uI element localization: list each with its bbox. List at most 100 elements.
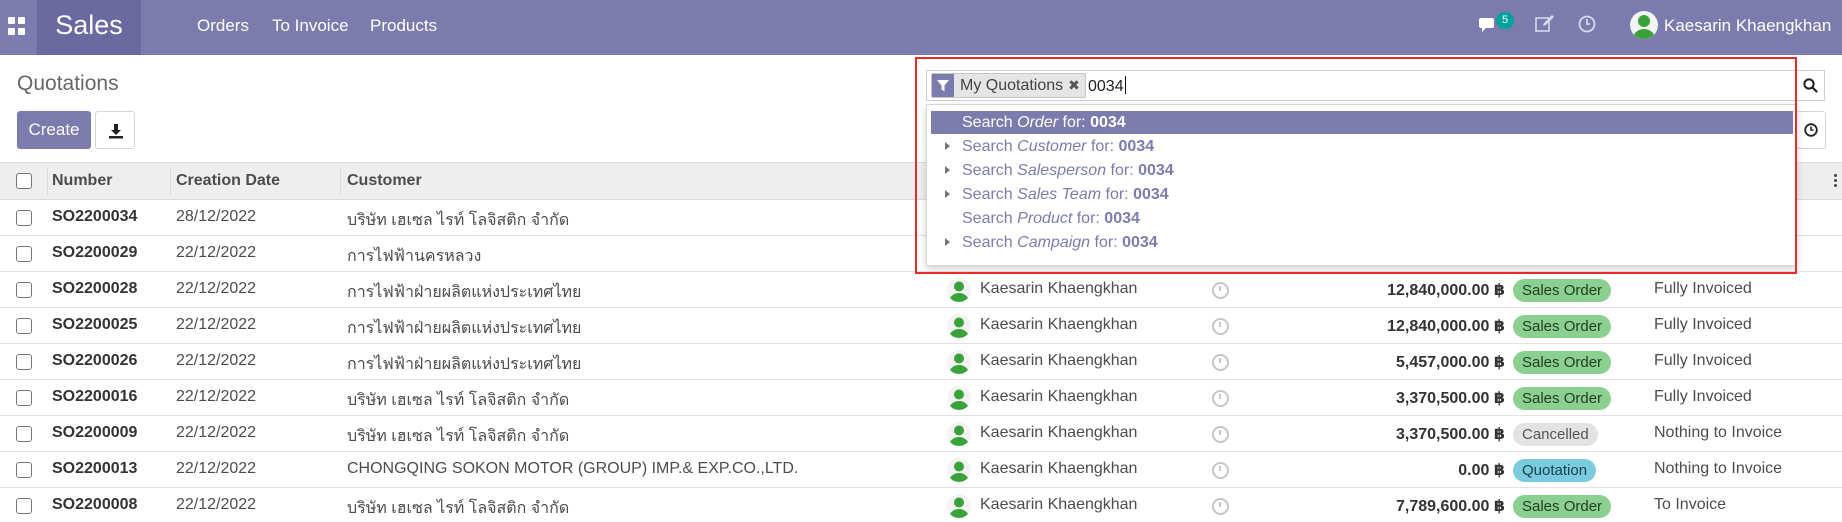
user-avatar-icon <box>947 314 971 338</box>
creation-date: 22/12/2022 <box>176 316 257 333</box>
row-checkbox[interactable] <box>16 282 32 298</box>
column-number[interactable]: Number <box>52 172 112 190</box>
activity-clock-icon[interactable] <box>1212 462 1229 479</box>
customer-name: การไฟฟ้าฝ่ายผลิตแห่งประเทศไทย <box>347 284 582 301</box>
total-amount: 0.00 ฿ <box>1458 462 1505 479</box>
menu-orders[interactable]: Orders <box>197 16 249 36</box>
activity-clock-icon <box>1804 123 1818 137</box>
table-row[interactable]: SO2200009 22/12/2022 บริษัท เฮเซล ไรท์ โลจ… <box>0 416 1842 452</box>
creation-date: 22/12/2022 <box>176 244 257 261</box>
messages-count-badge: 5 <box>1496 12 1514 29</box>
activity-clock-icon[interactable] <box>1212 354 1229 371</box>
customer-name: การไฟฟ้าฝ่ายผลิตแห่งประเทศไทย <box>347 356 582 373</box>
column-customer[interactable]: Customer <box>347 172 422 190</box>
customer-name: บริษัท เฮเซล ไรท์ โลจิสติก จำกัด <box>347 392 570 409</box>
total-amount: 12,840,000.00 ฿ <box>1387 282 1505 299</box>
order-number: SO2200013 <box>52 460 138 477</box>
order-number: SO2200034 <box>52 208 138 225</box>
search-icon <box>1803 78 1818 93</box>
clock-icon[interactable] <box>1578 15 1596 33</box>
order-number: SO2200009 <box>52 424 138 441</box>
customer-name: CHONGQING SOKON MOTOR (GROUP) IMP.& EXP.… <box>347 460 799 477</box>
order-number: SO2200029 <box>52 244 138 261</box>
user-avatar-icon <box>947 350 971 374</box>
invoice-status: To Invoice <box>1654 496 1727 513</box>
activity-view-button[interactable] <box>1796 111 1826 149</box>
user-avatar-icon[interactable] <box>1630 11 1658 39</box>
table-row[interactable]: SO2200028 22/12/2022 การไฟฟ้าฝ่ายผลิตแห่งป… <box>0 272 1842 308</box>
row-checkbox[interactable] <box>16 462 32 478</box>
salesperson-name: Kaesarin Khaengkhan <box>980 280 1138 297</box>
salesperson-name: Kaesarin Khaengkhan <box>980 496 1138 513</box>
kebab-menu-icon[interactable] <box>1834 174 1838 188</box>
activity-clock-icon[interactable] <box>1212 390 1229 407</box>
create-button[interactable]: Create <box>17 111 91 149</box>
creation-date: 22/12/2022 <box>176 388 257 405</box>
search-button[interactable] <box>1797 70 1825 101</box>
order-number: SO2200026 <box>52 352 138 369</box>
customer-name: บริษัท เฮเซล ไรท์ โลจิสติก จำกัด <box>347 212 570 229</box>
download-button[interactable] <box>95 111 135 149</box>
menu-products[interactable]: Products <box>370 16 437 36</box>
activity-clock-icon[interactable] <box>1212 318 1229 335</box>
user-name[interactable]: Kaesarin Khaengkhan <box>1664 16 1831 36</box>
page-title: Quotations <box>17 72 119 95</box>
table-row[interactable]: SO2200013 22/12/2022 CHONGQING SOKON MOTOR… <box>0 452 1842 488</box>
customer-name: บริษัท เฮเซล ไรท์ โลจิสติก จำกัด <box>347 500 570 517</box>
user-avatar-icon <box>947 494 971 518</box>
salesperson-name: Kaesarin Khaengkhan <box>980 460 1138 477</box>
app-name[interactable]: Sales <box>37 0 141 55</box>
column-creation-date[interactable]: Creation Date <box>176 172 280 190</box>
table-row[interactable]: SO2200016 22/12/2022 บริษัท เฮเซล ไรท์ โลจ… <box>0 380 1842 416</box>
column-divider <box>47 167 48 195</box>
apps-grid-icon[interactable] <box>8 17 26 35</box>
user-avatar-icon <box>947 458 971 482</box>
menu-to-invoice[interactable]: To Invoice <box>272 16 349 36</box>
invoice-status: Fully Invoiced <box>1654 280 1752 297</box>
status-badge: Sales Order <box>1513 315 1612 338</box>
row-checkbox[interactable] <box>16 246 32 262</box>
total-amount: 3,370,500.00 ฿ <box>1396 426 1505 443</box>
column-divider <box>170 167 171 195</box>
download-icon <box>109 124 123 139</box>
customer-name: การไฟฟ้าฝ่ายผลิตแห่งประเทศไทย <box>347 320 582 337</box>
user-avatar-icon <box>947 386 971 410</box>
customer-name: บริษัท เฮเซล ไรท์ โลจิสติก จำกัด <box>347 428 570 445</box>
column-divider <box>340 167 341 195</box>
creation-date: 22/12/2022 <box>176 460 257 477</box>
invoice-status: Fully Invoiced <box>1654 316 1752 333</box>
order-number: SO2200008 <box>52 496 138 513</box>
order-number: SO2200025 <box>52 316 138 333</box>
table-row[interactable]: SO2200026 22/12/2022 การไฟฟ้าฝ่ายผลิตแห่งป… <box>0 344 1842 380</box>
row-checkbox[interactable] <box>16 390 32 406</box>
row-checkbox[interactable] <box>16 354 32 370</box>
highlight-frame <box>915 57 1797 274</box>
status-badge: Sales Order <box>1513 279 1612 302</box>
select-all-checkbox[interactable] <box>16 173 32 189</box>
row-checkbox[interactable] <box>16 498 32 514</box>
invoice-status: Fully Invoiced <box>1654 388 1752 405</box>
salesperson-name: Kaesarin Khaengkhan <box>980 388 1138 405</box>
activity-clock-icon[interactable] <box>1212 498 1229 515</box>
top-navbar: Sales Orders To Invoice Products 5 Kaesa… <box>0 0 1842 55</box>
activity-clock-icon[interactable] <box>1212 426 1229 443</box>
status-badge: Cancelled <box>1513 423 1598 446</box>
activity-clock-icon[interactable] <box>1212 282 1229 299</box>
row-checkbox[interactable] <box>16 318 32 334</box>
status-badge: Sales Order <box>1513 351 1612 374</box>
total-amount: 3,370,500.00 ฿ <box>1396 390 1505 407</box>
order-number: SO2200028 <box>52 280 138 297</box>
creation-date: 22/12/2022 <box>176 496 257 513</box>
row-checkbox[interactable] <box>16 426 32 442</box>
invoice-status: Nothing to Invoice <box>1654 460 1783 477</box>
edit-icon[interactable] <box>1535 15 1555 33</box>
status-badge: Sales Order <box>1513 495 1612 518</box>
table-row[interactable]: SO2200025 22/12/2022 การไฟฟ้าฝ่ายผลิตแห่งป… <box>0 308 1842 344</box>
table-row[interactable]: SO2200008 22/12/2022 บริษัท เฮเซล ไรท์ โลจ… <box>0 488 1842 522</box>
creation-date: 22/12/2022 <box>176 280 257 297</box>
salesperson-name: Kaesarin Khaengkhan <box>980 316 1138 333</box>
order-number: SO2200016 <box>52 388 138 405</box>
salesperson-name: Kaesarin Khaengkhan <box>980 352 1138 369</box>
row-checkbox[interactable] <box>16 210 32 226</box>
salesperson-name: Kaesarin Khaengkhan <box>980 424 1138 441</box>
